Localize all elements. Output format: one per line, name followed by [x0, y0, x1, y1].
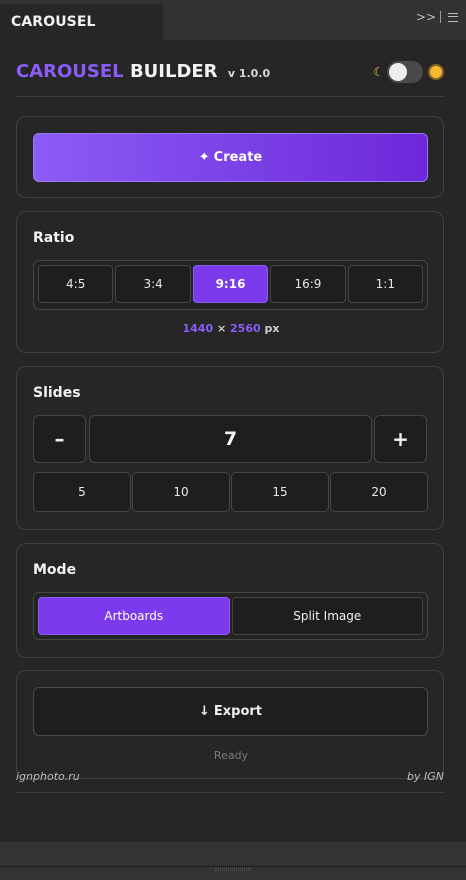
toggle-knob	[389, 63, 407, 81]
resize-edge	[0, 866, 466, 867]
mode-card: Mode Artboards Split Image	[16, 543, 444, 658]
sun-icon	[430, 66, 442, 78]
slides-preset-15[interactable]: 15	[231, 472, 329, 512]
export-button[interactable]: ↓ Export	[33, 687, 428, 736]
header: CAROUSEL BUILDER v 1.0.0 ☾	[16, 60, 444, 96]
ratio-option-3-4[interactable]: 3:4	[115, 265, 191, 303]
slides-title: Slides	[33, 385, 81, 401]
theme-switcher: ☾	[373, 60, 442, 84]
ratio-option-1-1[interactable]: 1:1	[347, 265, 424, 303]
header-divider	[16, 96, 444, 97]
export-card: ↓ Export Ready	[16, 670, 444, 779]
footer-credit: by IGN	[407, 770, 444, 783]
dimension-width: 1440	[182, 322, 214, 335]
resize-grip-icon[interactable]	[215, 868, 251, 871]
dimension-unit: px	[264, 322, 280, 335]
mode-selector: Artboards Split Image	[33, 592, 428, 640]
ratio-option-4-5[interactable]: 4:5	[38, 265, 114, 303]
slides-card: Slides – 7 + 5 10 15 20	[16, 366, 444, 530]
tab-divider	[440, 11, 441, 23]
tab-tools: >>	[416, 10, 458, 24]
theme-toggle[interactable]	[387, 61, 423, 83]
dimension-times: ×	[216, 322, 227, 335]
mode-option-artboards[interactable]: Artboards	[38, 597, 230, 635]
slides-preset-5[interactable]: 5	[33, 472, 131, 512]
ratio-card: Ratio 4:5 3:4 9:16 16:9 1:1 1440 × 2560 …	[16, 211, 444, 353]
download-arrow-icon: ↓	[198, 704, 210, 719]
moon-icon: ☾	[373, 65, 384, 79]
app-title: CAROUSEL BUILDER v 1.0.0	[16, 60, 270, 86]
footer-divider	[16, 792, 444, 793]
slides-preset-20[interactable]: 20	[330, 472, 428, 512]
create-card: ✦ Create	[16, 116, 444, 198]
version-label: v 1.0.0	[227, 67, 271, 80]
app-title-accent: CAROUSEL	[16, 61, 124, 82]
panel-tab-bar: CAROUSEL BUILDER >>	[0, 0, 466, 66]
panel-bottom-bar	[0, 842, 466, 880]
ratio-option-9-16[interactable]: 9:16	[192, 265, 269, 303]
mode-option-split-image[interactable]: Split Image	[231, 597, 423, 635]
mode-title: Mode	[33, 562, 77, 578]
menu-icon[interactable]	[448, 12, 458, 22]
status-text: Ready	[213, 749, 249, 762]
footer-site-link[interactable]: ignphoto.ru	[16, 770, 80, 783]
plugin-window: CAROUSEL BUILDER >> CAROUSEL BUILDER v 1…	[0, 0, 466, 880]
app-title-main: BUILDER	[129, 61, 218, 82]
create-button-label: Create	[213, 150, 263, 165]
panel-tab[interactable]: CAROUSEL BUILDER	[0, 4, 163, 66]
slides-preset-10[interactable]: 10	[132, 472, 230, 512]
slides-increment-button[interactable]: +	[374, 415, 427, 463]
ratio-title: Ratio	[33, 230, 75, 246]
dimension-height: 2560	[230, 322, 261, 335]
export-button-label: Export	[213, 704, 263, 719]
sparkle-icon: ✦	[198, 150, 210, 165]
collapse-icon[interactable]: >>	[416, 10, 436, 24]
ratio-selector: 4:5 3:4 9:16 16:9 1:1	[33, 260, 428, 310]
create-button[interactable]: ✦ Create	[33, 133, 428, 182]
slides-count-field[interactable]: 7	[89, 415, 372, 463]
panel-body: CAROUSEL BUILDER v 1.0.0 ☾ ✦ Create Rati…	[0, 40, 466, 842]
slides-decrement-button[interactable]: –	[33, 415, 86, 463]
ratio-dimensions: 1440 × 2560 px	[17, 322, 445, 335]
ratio-option-16-9[interactable]: 16:9	[270, 265, 346, 303]
